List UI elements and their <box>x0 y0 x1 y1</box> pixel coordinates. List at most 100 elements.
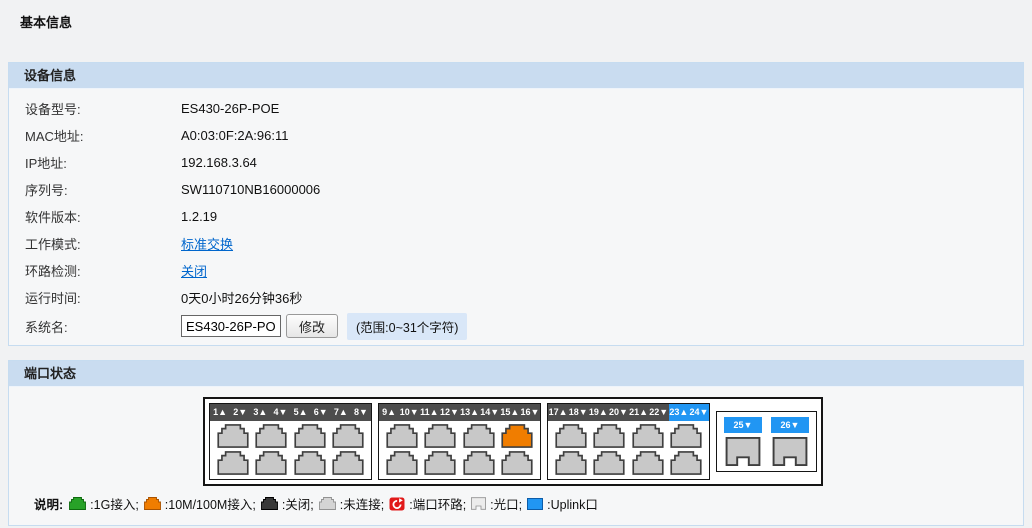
mac-address-label: MAC地址: <box>9 126 181 145</box>
port-12-icon <box>423 451 457 475</box>
device-info-panel-title: 设备信息 <box>9 63 1023 89</box>
port-number-cell: 20▼ <box>608 404 628 421</box>
port-row <box>548 451 709 475</box>
system-name-hint: (范围:0~31个字符) <box>347 313 467 340</box>
port-9-icon <box>385 424 419 448</box>
port-number-cell: 7▲ <box>331 404 351 421</box>
port-number-cell: 3▲ <box>250 404 270 421</box>
port-13-icon <box>462 424 496 448</box>
port-18-icon <box>554 451 588 475</box>
sfp-port-26: 26▼ <box>771 417 809 466</box>
legend-item-text: :Uplink口 <box>547 494 598 513</box>
legend-loop-icon <box>389 497 409 511</box>
page-title: 基本信息 <box>0 0 1032 40</box>
system-name-input[interactable] <box>181 315 281 337</box>
port-19-icon <box>592 424 626 448</box>
port-legend: 说明: :1G接入;:10M/100M接入;:关闭;:未连接;:端口环路;:光口… <box>34 494 1023 513</box>
info-row-mac-address: MAC地址:A0:03:0F:2A:96:11 <box>9 122 1023 149</box>
port-number-cell: 17▲ <box>548 404 568 421</box>
legend-item-6: :光口; <box>471 494 522 513</box>
port-number-cell: 6▼ <box>311 404 331 421</box>
legend-item-4: :未连接; <box>319 494 384 513</box>
modify-button[interactable]: 修改 <box>286 314 338 338</box>
port-26-icon <box>772 437 808 466</box>
port-number-cell: 14▼ <box>480 404 500 421</box>
sfp-port-25: 25▼ <box>724 417 762 466</box>
port-group-header: 17▲18▼19▲20▼21▲22▼23▲24▼ <box>548 404 709 421</box>
port-number-cell: 5▲ <box>291 404 311 421</box>
info-row-loop-detect: 环路检测:关闭 <box>9 257 1023 284</box>
firmware-version-label: 软件版本: <box>9 207 181 226</box>
loop-detect-label: 环路检测: <box>9 261 181 280</box>
port-5-icon <box>293 424 327 448</box>
device-info-body: 设备型号:ES430-26P-POEMAC地址:A0:03:0F:2A:96:1… <box>9 89 1023 345</box>
port-number-cell: 4▼ <box>270 404 290 421</box>
system-name-label: 系统名: <box>9 317 181 336</box>
port-number-cell: 16▼ <box>520 404 540 421</box>
port-8-icon <box>331 451 365 475</box>
port-group-3: 17▲18▼19▲20▼21▲22▼23▲24▼ <box>547 403 710 480</box>
device-info-panel: 设备信息 设备型号:ES430-26P-POEMAC地址:A0:03:0F:2A… <box>8 62 1024 346</box>
port-6-icon <box>293 451 327 475</box>
info-row-uptime: 运行时间:0天0小时26分钟36秒 <box>9 284 1023 311</box>
legend-label: 说明: <box>34 494 63 513</box>
port-23-icon <box>669 424 703 448</box>
port-3-icon <box>254 424 288 448</box>
serial-number-value: SW110710NB16000006 <box>181 182 320 197</box>
info-row-serial-number: 序列号:SW110710NB16000006 <box>9 176 1023 203</box>
port-number-cell: 24▼ <box>689 404 709 421</box>
system-name-row: 系统名: 修改 (范围:0~31个字符) <box>9 311 1023 341</box>
legend-item-text: :端口环路; <box>409 494 466 513</box>
port-status-body: 1▲2▼3▲4▼5▲6▼7▲8▼9▲10▼11▲12▼13▲14▼15▲16▼1… <box>9 387 1023 525</box>
legend-rj45-icon <box>69 497 90 510</box>
work-mode-link[interactable]: 标准交换 <box>181 234 233 253</box>
device-model-value: ES430-26P-POE <box>181 101 279 116</box>
legend-item-7: :Uplink口 <box>527 494 598 513</box>
port-1-icon <box>216 424 250 448</box>
switch-port-diagram: 1▲2▼3▲4▼5▲6▼7▲8▼9▲10▼11▲12▼13▲14▼15▲16▼1… <box>203 397 823 486</box>
legend-rj45-icon <box>144 497 165 510</box>
legend-item-2: :10M/100M接入; <box>144 494 256 513</box>
firmware-version-value: 1.2.19 <box>181 209 217 224</box>
port-row <box>210 451 371 475</box>
legend-rj45-icon <box>261 497 282 510</box>
port-7-icon <box>331 424 365 448</box>
port-25-number-cell: 25▼ <box>724 417 762 433</box>
uptime-value: 0天0小时26分钟36秒 <box>181 288 302 307</box>
port-number-cell: 13▲ <box>460 404 480 421</box>
mac-address-value: A0:03:0F:2A:96:11 <box>181 128 288 143</box>
port-number-cell: 10▼ <box>399 404 419 421</box>
info-row-device-model: 设备型号:ES430-26P-POE <box>9 95 1023 122</box>
port-group-header: 9▲10▼11▲12▼13▲14▼15▲16▼ <box>379 404 540 421</box>
port-number-cell: 11▲ <box>419 404 439 421</box>
port-22-icon <box>631 451 665 475</box>
legend-sfp-icon <box>471 497 490 510</box>
port-row <box>548 424 709 448</box>
port-row <box>379 451 540 475</box>
port-4-icon <box>254 451 288 475</box>
port-25-icon <box>725 437 761 466</box>
port-number-cell: 23▲ <box>669 404 689 421</box>
uptime-label: 运行时间: <box>9 288 181 307</box>
work-mode-label: 工作模式: <box>9 234 181 253</box>
port-number-cell: 8▼ <box>351 404 371 421</box>
legend-item-text: :10M/100M接入; <box>165 494 256 513</box>
ip-address-label: IP地址: <box>9 153 181 172</box>
port-21-icon <box>631 424 665 448</box>
port-number-cell: 9▲ <box>379 404 399 421</box>
loop-detect-link[interactable]: 关闭 <box>181 261 207 280</box>
port-11-icon <box>423 424 457 448</box>
port-number-cell: 18▼ <box>568 404 588 421</box>
port-row <box>210 424 371 448</box>
port-number-cell: 19▲ <box>588 404 608 421</box>
port-status-panel-title: 端口状态 <box>9 361 1023 387</box>
port-number-cell: 2▼ <box>230 404 250 421</box>
port-status-panel: 端口状态 1▲2▼3▲4▼5▲6▼7▲8▼ 9▲10▼11▲12▼13▲14▼15… <box>8 360 1024 526</box>
legend-rj45-icon <box>319 497 340 510</box>
port-15-icon <box>500 424 534 448</box>
port-17-icon <box>554 424 588 448</box>
legend-item-text: :1G接入; <box>90 494 139 513</box>
port-group-1: 1▲2▼3▲4▼5▲6▼7▲8▼ <box>209 403 372 480</box>
sfp-port-box: 25▼ 26▼ <box>716 411 817 472</box>
info-row-ip-address: IP地址:192.168.3.64 <box>9 149 1023 176</box>
